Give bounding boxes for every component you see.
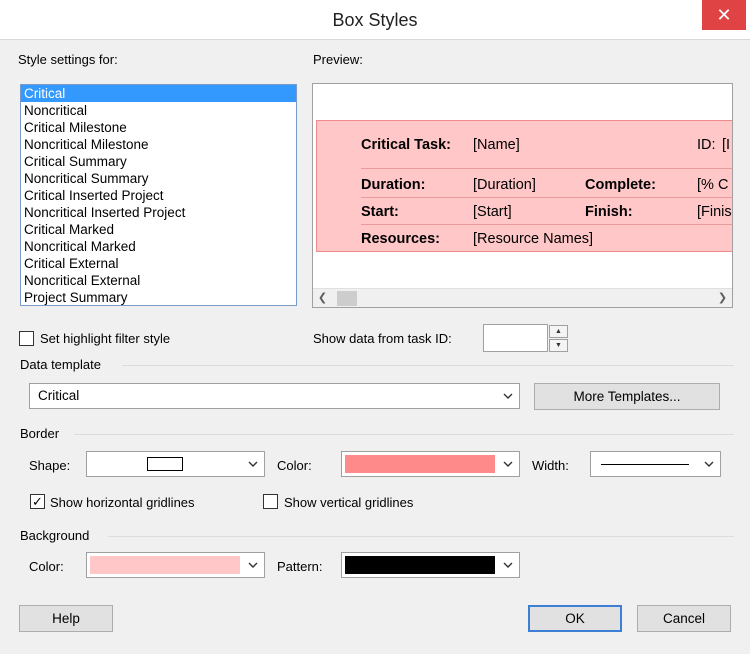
preview-critical-task-label: Critical Task: xyxy=(361,137,451,153)
horizontal-gridlines-checkbox[interactable]: ✓ xyxy=(30,494,45,509)
list-item[interactable]: Critical Inserted Project xyxy=(21,187,296,204)
list-item[interactable]: Critical Summary xyxy=(21,153,296,170)
cancel-button[interactable]: Cancel xyxy=(637,605,731,632)
vertical-gridlines-checkbox[interactable] xyxy=(263,494,278,509)
background-header: Background xyxy=(20,528,90,543)
preview-divider xyxy=(361,197,732,198)
horizontal-gridlines-label: Show horizontal gridlines xyxy=(50,495,195,510)
preview-id-label: ID: xyxy=(697,137,716,153)
preview-horizontal-scrollbar[interactable]: ❮ ❯ xyxy=(313,288,732,307)
preview-start-field: [Start] xyxy=(473,204,512,220)
group-divider xyxy=(108,536,734,537)
list-item[interactable]: Critical Marked xyxy=(21,221,296,238)
preview-box: Critical Task: [Name] ID: [I Duration: [… xyxy=(316,120,732,252)
highlight-filter-label: Set highlight filter style xyxy=(40,331,171,346)
preview-resources-field: [Resource Names] xyxy=(473,231,594,247)
background-color-label: Color: xyxy=(29,559,64,574)
chevron-down-icon xyxy=(248,461,258,467)
pattern-label: Pattern: xyxy=(277,559,323,574)
chevron-down-icon xyxy=(503,562,513,568)
help-button[interactable]: Help xyxy=(19,605,113,632)
list-item[interactable]: Noncritical Inserted Project xyxy=(21,204,296,221)
checkmark-icon: ✓ xyxy=(32,494,43,509)
background-color-swatch xyxy=(90,556,240,574)
border-color-label: Color: xyxy=(277,458,312,473)
chevron-down-icon xyxy=(503,461,513,467)
border-color-swatch xyxy=(345,455,495,473)
pattern-swatch xyxy=(345,556,495,574)
border-width-combobox[interactable] xyxy=(590,451,721,477)
list-item[interactable]: Critical External xyxy=(21,255,296,272)
preview-name-field: [Name] xyxy=(473,137,520,153)
shape-label: Shape: xyxy=(29,458,71,473)
spin-down-icon[interactable]: ▼ xyxy=(549,339,568,352)
pattern-combobox[interactable] xyxy=(341,552,520,578)
chevron-down-icon xyxy=(503,393,513,399)
preview-complete-field: [% C xyxy=(697,177,729,193)
list-item[interactable]: Critical xyxy=(21,85,296,102)
highlight-filter-checkbox[interactable] xyxy=(19,331,34,346)
shape-rectangle-icon xyxy=(147,457,183,471)
preview-complete-label: Complete: xyxy=(585,177,656,193)
preview-divider xyxy=(361,168,732,169)
line-width-icon xyxy=(601,464,689,465)
window-title: Box Styles xyxy=(332,10,418,30)
data-template-header: Data template xyxy=(20,357,101,372)
data-template-combobox[interactable]: Critical xyxy=(29,383,520,409)
preview-id-field: [I xyxy=(722,137,731,153)
scroll-left-icon[interactable]: ❮ xyxy=(314,289,331,307)
style-settings-label: Style settings for: xyxy=(18,52,118,67)
data-template-value: Critical xyxy=(38,388,80,403)
list-item[interactable]: Noncritical External xyxy=(21,272,296,289)
shape-combobox[interactable] xyxy=(86,451,265,477)
background-color-combobox[interactable] xyxy=(86,552,265,578)
ok-button[interactable]: OK xyxy=(528,605,622,632)
more-templates-button[interactable]: More Templates... xyxy=(534,383,720,410)
spin-up-icon[interactable]: ▲ xyxy=(549,325,568,338)
border-width-label: Width: xyxy=(532,458,569,473)
close-button[interactable]: ✕ xyxy=(702,0,746,30)
preview-finish-field: [Finis xyxy=(697,204,732,220)
preview-pane: Critical Task: [Name] ID: [I Duration: [… xyxy=(312,83,733,308)
chevron-down-icon xyxy=(704,461,714,467)
close-icon: ✕ xyxy=(716,5,732,25)
scrollbar-thumb[interactable] xyxy=(337,291,357,306)
preview-divider xyxy=(361,224,732,225)
group-divider xyxy=(122,365,734,366)
preview-finish-label: Finish: xyxy=(585,204,633,220)
list-item[interactable]: Noncritical Marked xyxy=(21,238,296,255)
group-divider xyxy=(74,434,734,435)
style-settings-listbox[interactable]: Critical Noncritical Critical Milestone Non… xyxy=(20,84,297,306)
vertical-gridlines-label: Show vertical gridlines xyxy=(284,495,414,510)
border-header: Border xyxy=(20,426,60,441)
preview-label: Preview: xyxy=(313,52,363,67)
show-data-task-id-label: Show data from task ID: xyxy=(313,331,452,346)
list-item[interactable]: Noncritical xyxy=(21,102,296,119)
list-item[interactable]: Noncritical Summary xyxy=(21,170,296,187)
preview-resources-label: Resources: xyxy=(361,231,440,247)
preview-duration-field: [Duration] xyxy=(473,177,536,193)
list-item[interactable]: Noncritical Milestone xyxy=(21,136,296,153)
scroll-right-icon[interactable]: ❯ xyxy=(714,289,731,307)
preview-duration-label: Duration: xyxy=(361,177,426,193)
list-item[interactable]: Project Summary xyxy=(21,289,296,305)
border-color-combobox[interactable] xyxy=(341,451,520,477)
list-item[interactable]: Critical Milestone xyxy=(21,119,296,136)
task-id-input[interactable] xyxy=(483,324,548,352)
chevron-down-icon xyxy=(248,562,258,568)
preview-start-label: Start: xyxy=(361,204,399,220)
